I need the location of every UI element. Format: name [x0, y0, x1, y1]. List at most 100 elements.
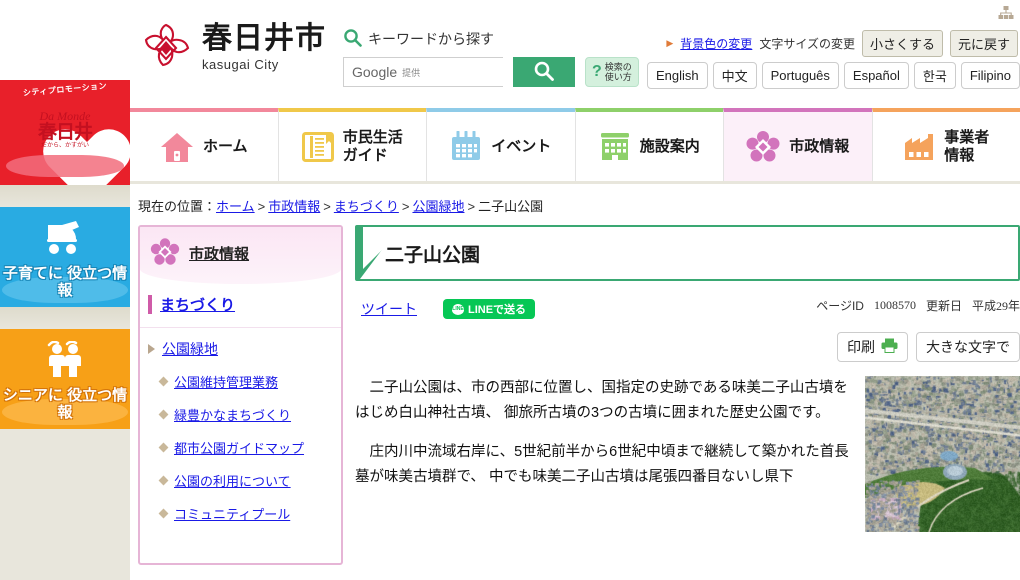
line-share-label: LINEで送る	[468, 304, 527, 316]
line-share-button[interactable]: LINE LINEで送る	[443, 299, 536, 319]
tweet-button[interactable]: ツイート	[361, 299, 417, 319]
language-button-5[interactable]: Filipino	[960, 62, 1020, 89]
gnav-label-3: 施設案内	[639, 137, 700, 155]
breadcrumb-link-2[interactable]: まちづくり	[334, 199, 399, 214]
search-help-line2: 使い方	[604, 72, 632, 82]
banner-childcare-label: 子育てに 役立つ情報	[2, 264, 128, 299]
left-banner-rail: シティプロモーション Da Monde 春日井 だから、かすがい 子育てに 役立…	[0, 0, 130, 580]
share-and-meta-row: ツイート LINE LINEで送る ページID 1008570 更新日 平成29…	[355, 297, 1020, 321]
flower-icon	[150, 237, 180, 270]
sidebar-child-4[interactable]: コミュニティプール	[140, 497, 341, 530]
rail-top-spacer	[0, 0, 130, 80]
sidebar-child-link-2[interactable]: 都市公園ガイドマップ	[174, 438, 304, 457]
article-body: 二子山公園は、市の西部に位置し、国指定の史跡である味美二子山古墳をはじめ白山神社…	[355, 376, 1020, 532]
question-mark-icon: ?	[592, 63, 602, 80]
logo-name-en: kasugai City	[202, 57, 279, 72]
sitemap-icon[interactable]	[998, 6, 1014, 23]
breadcrumb-separator: >	[467, 199, 476, 214]
stroller-icon	[0, 219, 130, 258]
font-smaller-button[interactable]: 小さくする	[861, 30, 943, 57]
book-icon	[301, 131, 334, 162]
language-button-3[interactable]: Español	[843, 62, 909, 89]
page-title-box: 二子山公園	[355, 225, 1020, 281]
sidebar-current-label[interactable]: まちづくり	[160, 294, 235, 315]
sidebar-child-link-3[interactable]: 公園の利用について	[174, 471, 291, 490]
gnav-item-4[interactable]: 市政情報	[723, 108, 872, 181]
sidebar-child-1[interactable]: 緑豊かなまちづくり	[140, 398, 341, 431]
font-size-label: 文字サイズの変更	[759, 37, 855, 51]
sidebar-child-link-0[interactable]: 公園維持管理業務	[174, 372, 278, 391]
printer-icon	[881, 338, 898, 356]
promo-arc-text: シティプロモーション	[22, 81, 108, 98]
article-paragraph-1: 庄内川中流域右岸に、5世紀前半から6世紀中頃まで継続して築かれた首長墓が味美古墳…	[355, 443, 849, 485]
page-meta: ページID 1008570 更新日 平成29年	[800, 297, 1020, 317]
gnav-item-1[interactable]: 市民生活 ガイド	[277, 108, 426, 181]
language-button-0[interactable]: English	[646, 62, 708, 89]
sidebar-heading[interactable]: 市政情報	[189, 243, 249, 264]
large-text-button[interactable]: 大きな文字で	[916, 332, 1020, 362]
search-help-button[interactable]: ? 検索の 使い方	[585, 57, 639, 87]
article-paragraphs: 二子山公園は、市の西部に位置し、国指定の史跡である味美二子山古墳をはじめ白山神社…	[355, 376, 853, 532]
gnav-item-5[interactable]: 事業者 情報	[871, 108, 1020, 181]
sidebar-item-parks[interactable]: 公園緑地	[140, 328, 341, 365]
breadcrumb-link-1[interactable]: 市政情報	[268, 199, 320, 214]
language-button-4[interactable]: 한국	[913, 62, 956, 89]
search-input-value: Google	[352, 64, 398, 80]
site-logo[interactable]: 春日井市 kasugai City	[140, 22, 326, 74]
line-icon: LINE	[452, 303, 464, 315]
search-input-provider: 提供	[402, 67, 421, 78]
promo-text-block: Da Monde 春日井 だから、かすがい	[0, 110, 130, 149]
page-id-label: ページID	[816, 299, 864, 313]
breadcrumb-separator: >	[401, 199, 410, 214]
sidebar-child-3[interactable]: 公園の利用について	[140, 464, 341, 497]
rail-gap-1	[0, 185, 130, 207]
font-reset-button[interactable]: 元に戻す	[949, 30, 1018, 57]
search-help-line1: 検索の	[604, 61, 632, 72]
language-button-2[interactable]: Português	[761, 62, 839, 89]
site-header: 春日井市 kasugai City キーワードから探す Google 提供 ? …	[130, 0, 1020, 108]
promo-subtitle: だから、かすがい	[40, 142, 89, 149]
banner-senior-label: シニアに 役立つ情報	[2, 386, 128, 421]
global-navigation: ホーム 市民生活 ガイド イベント 施設案内 市政情報 事業者 情報	[130, 108, 1020, 184]
language-button-1[interactable]: 中文	[712, 62, 757, 89]
page-root: シティプロモーション Da Monde 春日井 だから、かすがい 子育てに 役立…	[0, 0, 1020, 580]
page-title: 二子山公園	[385, 244, 481, 266]
gnav-item-0[interactable]: ホーム	[130, 108, 278, 181]
search-submit-button[interactable]	[513, 57, 575, 87]
diamond-bullet-icon	[158, 475, 169, 486]
page-id-value: 1008570	[873, 298, 916, 312]
background-color-link[interactable]: 背景色の変更	[680, 35, 752, 52]
updated-label: 更新日	[925, 299, 962, 313]
breadcrumb-link-3[interactable]: 公園緑地	[412, 199, 464, 214]
logo-text: 春日井市 kasugai City	[202, 22, 326, 73]
search-input[interactable]: Google 提供	[343, 57, 503, 87]
sidebar-header[interactable]: 市政情報	[140, 227, 341, 284]
gnav-item-2[interactable]: イベント	[426, 108, 575, 181]
gnav-label-2: イベント	[491, 137, 552, 155]
breadcrumb-link-0[interactable]: ホーム	[216, 199, 255, 214]
sidebar-current-section[interactable]: まちづくり	[140, 284, 341, 328]
keyword-search-label: キーワードから探す	[368, 31, 494, 47]
breadcrumb: 現在の位置：ホーム > 市政情報 > まちづくり > 公園緑地 > 二子山公園	[130, 184, 1020, 225]
sidebar-child-0[interactable]: 公園維持管理業務	[140, 365, 341, 398]
sidebar-child-link-4[interactable]: コミュニティプール	[174, 504, 290, 523]
aerial-photo	[865, 376, 1020, 532]
banner-city-promotion[interactable]: シティプロモーション Da Monde 春日井 だから、かすがい	[0, 80, 130, 185]
article: 二子山公園 ツイート LINE LINEで送る ページID 1008570 更新…	[355, 225, 1020, 565]
print-button[interactable]: 印刷	[837, 332, 908, 362]
logo-name-jp: 春日井市	[202, 22, 326, 55]
banner-senior-info[interactable]: シニアに 役立つ情報	[0, 329, 130, 429]
promo-kasugai: 春日井	[37, 121, 93, 143]
search-icon	[343, 28, 362, 50]
gnav-item-3[interactable]: 施設案内	[574, 108, 723, 181]
keyword-search-label-row: キーワードから探す	[343, 28, 494, 50]
search-help-label: 検索の 使い方	[605, 62, 632, 83]
sidebar-child-link-1[interactable]: 緑豊かなまちづくり	[174, 405, 291, 424]
building-icon	[599, 132, 631, 161]
flower-icon	[746, 130, 780, 164]
sidebar-child-2[interactable]: 都市公園ガイドマップ	[140, 431, 341, 464]
banner-childcare-info[interactable]: 子育てに 役立つ情報	[0, 207, 130, 307]
sidebar-parent-link[interactable]: 公園緑地	[162, 339, 218, 359]
rail-gap-2	[0, 307, 130, 329]
language-switcher: English 中文 Português Español 한국 Filipino	[646, 62, 1020, 89]
